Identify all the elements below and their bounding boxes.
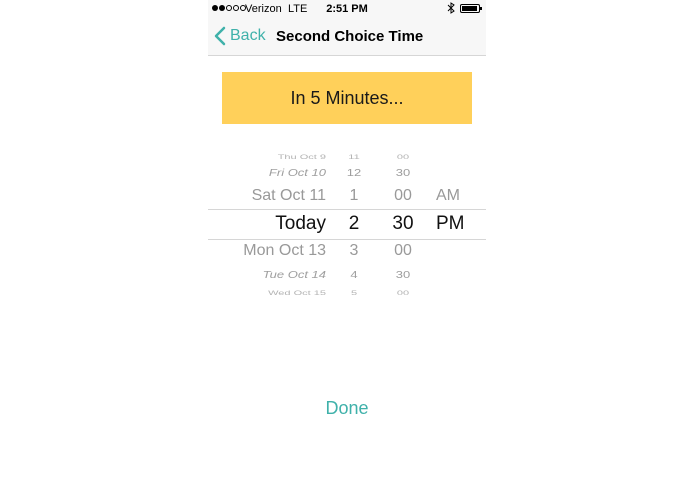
page-title: Second Choice Time xyxy=(276,28,424,45)
picker-selection-top-line xyxy=(208,209,486,210)
picker-hour: 1 xyxy=(349,187,359,204)
picker-minute: 00 xyxy=(396,153,410,161)
picker-minute: 00 xyxy=(394,187,412,204)
picker-hour: 4 xyxy=(350,268,358,281)
picker-minute-selected: 30 xyxy=(392,213,414,234)
picker-row[interactable]: Sat Oct 11 1 00 AM xyxy=(208,187,486,209)
status-time: 2:51 PM xyxy=(326,3,368,15)
back-button[interactable]: Back xyxy=(214,26,266,46)
picker-day: Tue Oct 14 xyxy=(262,268,326,281)
picker-row[interactable]: Fri Oct 10 12 30 xyxy=(208,166,486,184)
chevron-left-icon xyxy=(214,26,226,46)
back-button-label: Back xyxy=(230,27,266,44)
picker-day: Thu Oct 9 xyxy=(277,153,326,161)
picker-hour: 12 xyxy=(346,166,362,179)
picker-row[interactable]: Thu Oct 9 11 00 xyxy=(208,154,486,166)
status-bar: Verizon LTE 2:51 PM xyxy=(208,0,486,18)
done-button[interactable]: Done xyxy=(208,398,486,419)
phone-screen: Verizon LTE 2:51 PM Back Second Choice T… xyxy=(208,0,486,494)
bluetooth-icon xyxy=(447,2,455,14)
picker-minute: 30 xyxy=(395,166,411,179)
picker-row-selected[interactable]: Today 2 30 PM xyxy=(208,213,486,235)
navigation-bar: Back Second Choice Time xyxy=(208,18,486,56)
picker-hour-selected: 2 xyxy=(348,213,360,234)
picker-day-selected: Today xyxy=(275,213,326,234)
picker-ampm: AM xyxy=(436,187,460,204)
picker-row[interactable]: Mon Oct 13 3 00 xyxy=(208,242,486,264)
picker-day: Wed Oct 15 xyxy=(268,289,326,297)
date-time-picker[interactable]: Thu Oct 9 11 00 Fri Oct 10 12 30 Sat Oct… xyxy=(208,146,486,300)
picker-ampm-selected: PM xyxy=(436,213,465,234)
in-5-minutes-label: In 5 Minutes... xyxy=(290,87,404,108)
picker-day: Mon Oct 13 xyxy=(243,242,326,259)
picker-day: Fri Oct 10 xyxy=(268,166,326,179)
picker-minute: 30 xyxy=(395,268,411,281)
battery-icon xyxy=(460,4,482,13)
in-5-minutes-button[interactable]: In 5 Minutes... xyxy=(222,72,472,124)
picker-minute: 00 xyxy=(394,242,412,259)
picker-selection-bottom-line xyxy=(208,239,486,240)
picker-hour: 11 xyxy=(348,153,360,161)
done-button-label: Done xyxy=(325,398,369,418)
picker-row[interactable]: Wed Oct 15 5 00 xyxy=(208,290,486,300)
picker-minute: 00 xyxy=(396,289,410,297)
picker-hour: 3 xyxy=(349,242,359,259)
picker-hour: 5 xyxy=(350,289,358,297)
picker-row[interactable]: Tue Oct 14 4 30 xyxy=(208,268,486,286)
picker-day: Sat Oct 11 xyxy=(251,187,326,204)
